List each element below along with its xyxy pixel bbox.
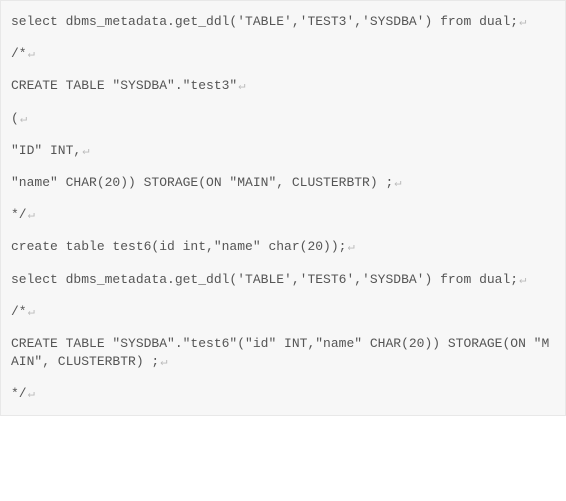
code-block: select dbms_metadata.get_ddl('TABLE','TE… xyxy=(0,0,566,416)
code-text: */ xyxy=(11,386,27,401)
code-line: "ID" INT,↵ xyxy=(11,142,555,160)
code-text: /* xyxy=(11,46,27,61)
code-line: (↵ xyxy=(11,110,555,128)
code-text: select dbms_metadata.get_ddl('TABLE','TE… xyxy=(11,14,518,29)
eol-marker: ↵ xyxy=(347,240,354,254)
code-text: create table test6(id int,"name" char(20… xyxy=(11,239,346,254)
eol-marker: ↵ xyxy=(28,47,35,61)
eol-marker: ↵ xyxy=(160,355,167,369)
code-line: */↵ xyxy=(11,385,555,403)
code-text: select dbms_metadata.get_ddl('TABLE','TE… xyxy=(11,272,518,287)
code-text: /* xyxy=(11,304,27,319)
eol-marker: ↵ xyxy=(394,176,401,190)
code-line: create table test6(id int,"name" char(20… xyxy=(11,238,555,256)
code-text: CREATE TABLE "SYSDBA"."test6"("id" INT,"… xyxy=(11,336,549,369)
code-line: CREATE TABLE "SYSDBA"."test3"↵ xyxy=(11,77,555,95)
code-text: */ xyxy=(11,207,27,222)
code-text: ( xyxy=(11,111,19,126)
code-line: select dbms_metadata.get_ddl('TABLE','TE… xyxy=(11,13,555,31)
eol-marker: ↵ xyxy=(82,144,89,158)
eol-marker: ↵ xyxy=(28,208,35,222)
code-line: */↵ xyxy=(11,206,555,224)
eol-marker: ↵ xyxy=(20,112,27,126)
code-line: /*↵ xyxy=(11,303,555,321)
code-line: "name" CHAR(20)) STORAGE(ON "MAIN", CLUS… xyxy=(11,174,555,192)
eol-marker: ↵ xyxy=(238,79,245,93)
eol-marker: ↵ xyxy=(519,273,526,287)
code-text: CREATE TABLE "SYSDBA"."test3" xyxy=(11,78,237,93)
code-text: "ID" INT, xyxy=(11,143,81,158)
code-line: select dbms_metadata.get_ddl('TABLE','TE… xyxy=(11,271,555,289)
code-line: CREATE TABLE "SYSDBA"."test6"("id" INT,"… xyxy=(11,335,555,371)
code-line: /*↵ xyxy=(11,45,555,63)
eol-marker: ↵ xyxy=(519,15,526,29)
eol-marker: ↵ xyxy=(28,305,35,319)
eol-marker: ↵ xyxy=(28,387,35,401)
code-text: "name" CHAR(20)) STORAGE(ON "MAIN", CLUS… xyxy=(11,175,393,190)
